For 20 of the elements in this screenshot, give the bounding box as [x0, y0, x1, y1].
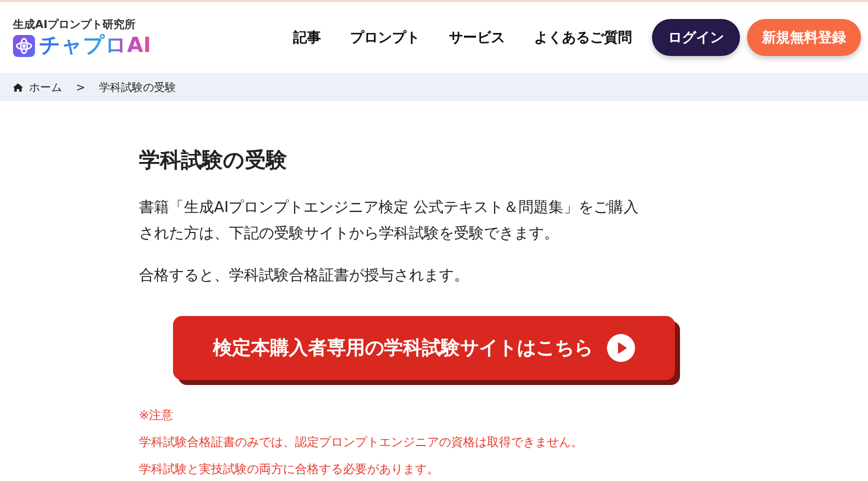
atom-logo-icon[interactable]: [13, 35, 35, 57]
body-paragraph: 合格すると、学科試験合格証書が授与されます。: [139, 265, 470, 286]
nav-link[interactable]: サービス: [449, 28, 505, 46]
note-text: 学科試験と実技試験の両方に合格する必要があります。: [139, 461, 440, 478]
note-text: 学科試験合格証書のみでは、認定プロンプトエンジニアの資格は取得できません。: [139, 434, 584, 452]
breadcrumb-separator: >: [76, 80, 86, 94]
breadcrumb-link[interactable]: ホーム: [29, 80, 62, 94]
note-heading: ※注意: [139, 407, 174, 424]
login-button[interactable]: ログイン: [652, 19, 740, 56]
page-title: 学科試験の受験: [139, 147, 288, 174]
play-icon: [607, 334, 635, 362]
exam-site-button[interactable]: 検定本購入者専用の学科試験サイトはこちら: [173, 316, 675, 380]
nav-link[interactable]: 記事: [293, 28, 321, 46]
nav-link[interactable]: プロンプト: [350, 28, 420, 46]
site-tagline: 生成AIプロンプト研究所: [13, 17, 137, 32]
home-icon: [13, 82, 23, 92]
body-paragraph: 書籍「生成AIプロンプトエンジニア検定 公式テキスト＆問題集」をご購入された方は、下記の受験サイトから学科試験を受験できます。: [139, 197, 639, 244]
nav-link[interactable]: よくあるご質問: [534, 28, 632, 46]
logo-wordmark[interactable]: チャプロAI: [39, 34, 152, 58]
breadcrumb-current: 学科試験の受験: [99, 80, 176, 94]
